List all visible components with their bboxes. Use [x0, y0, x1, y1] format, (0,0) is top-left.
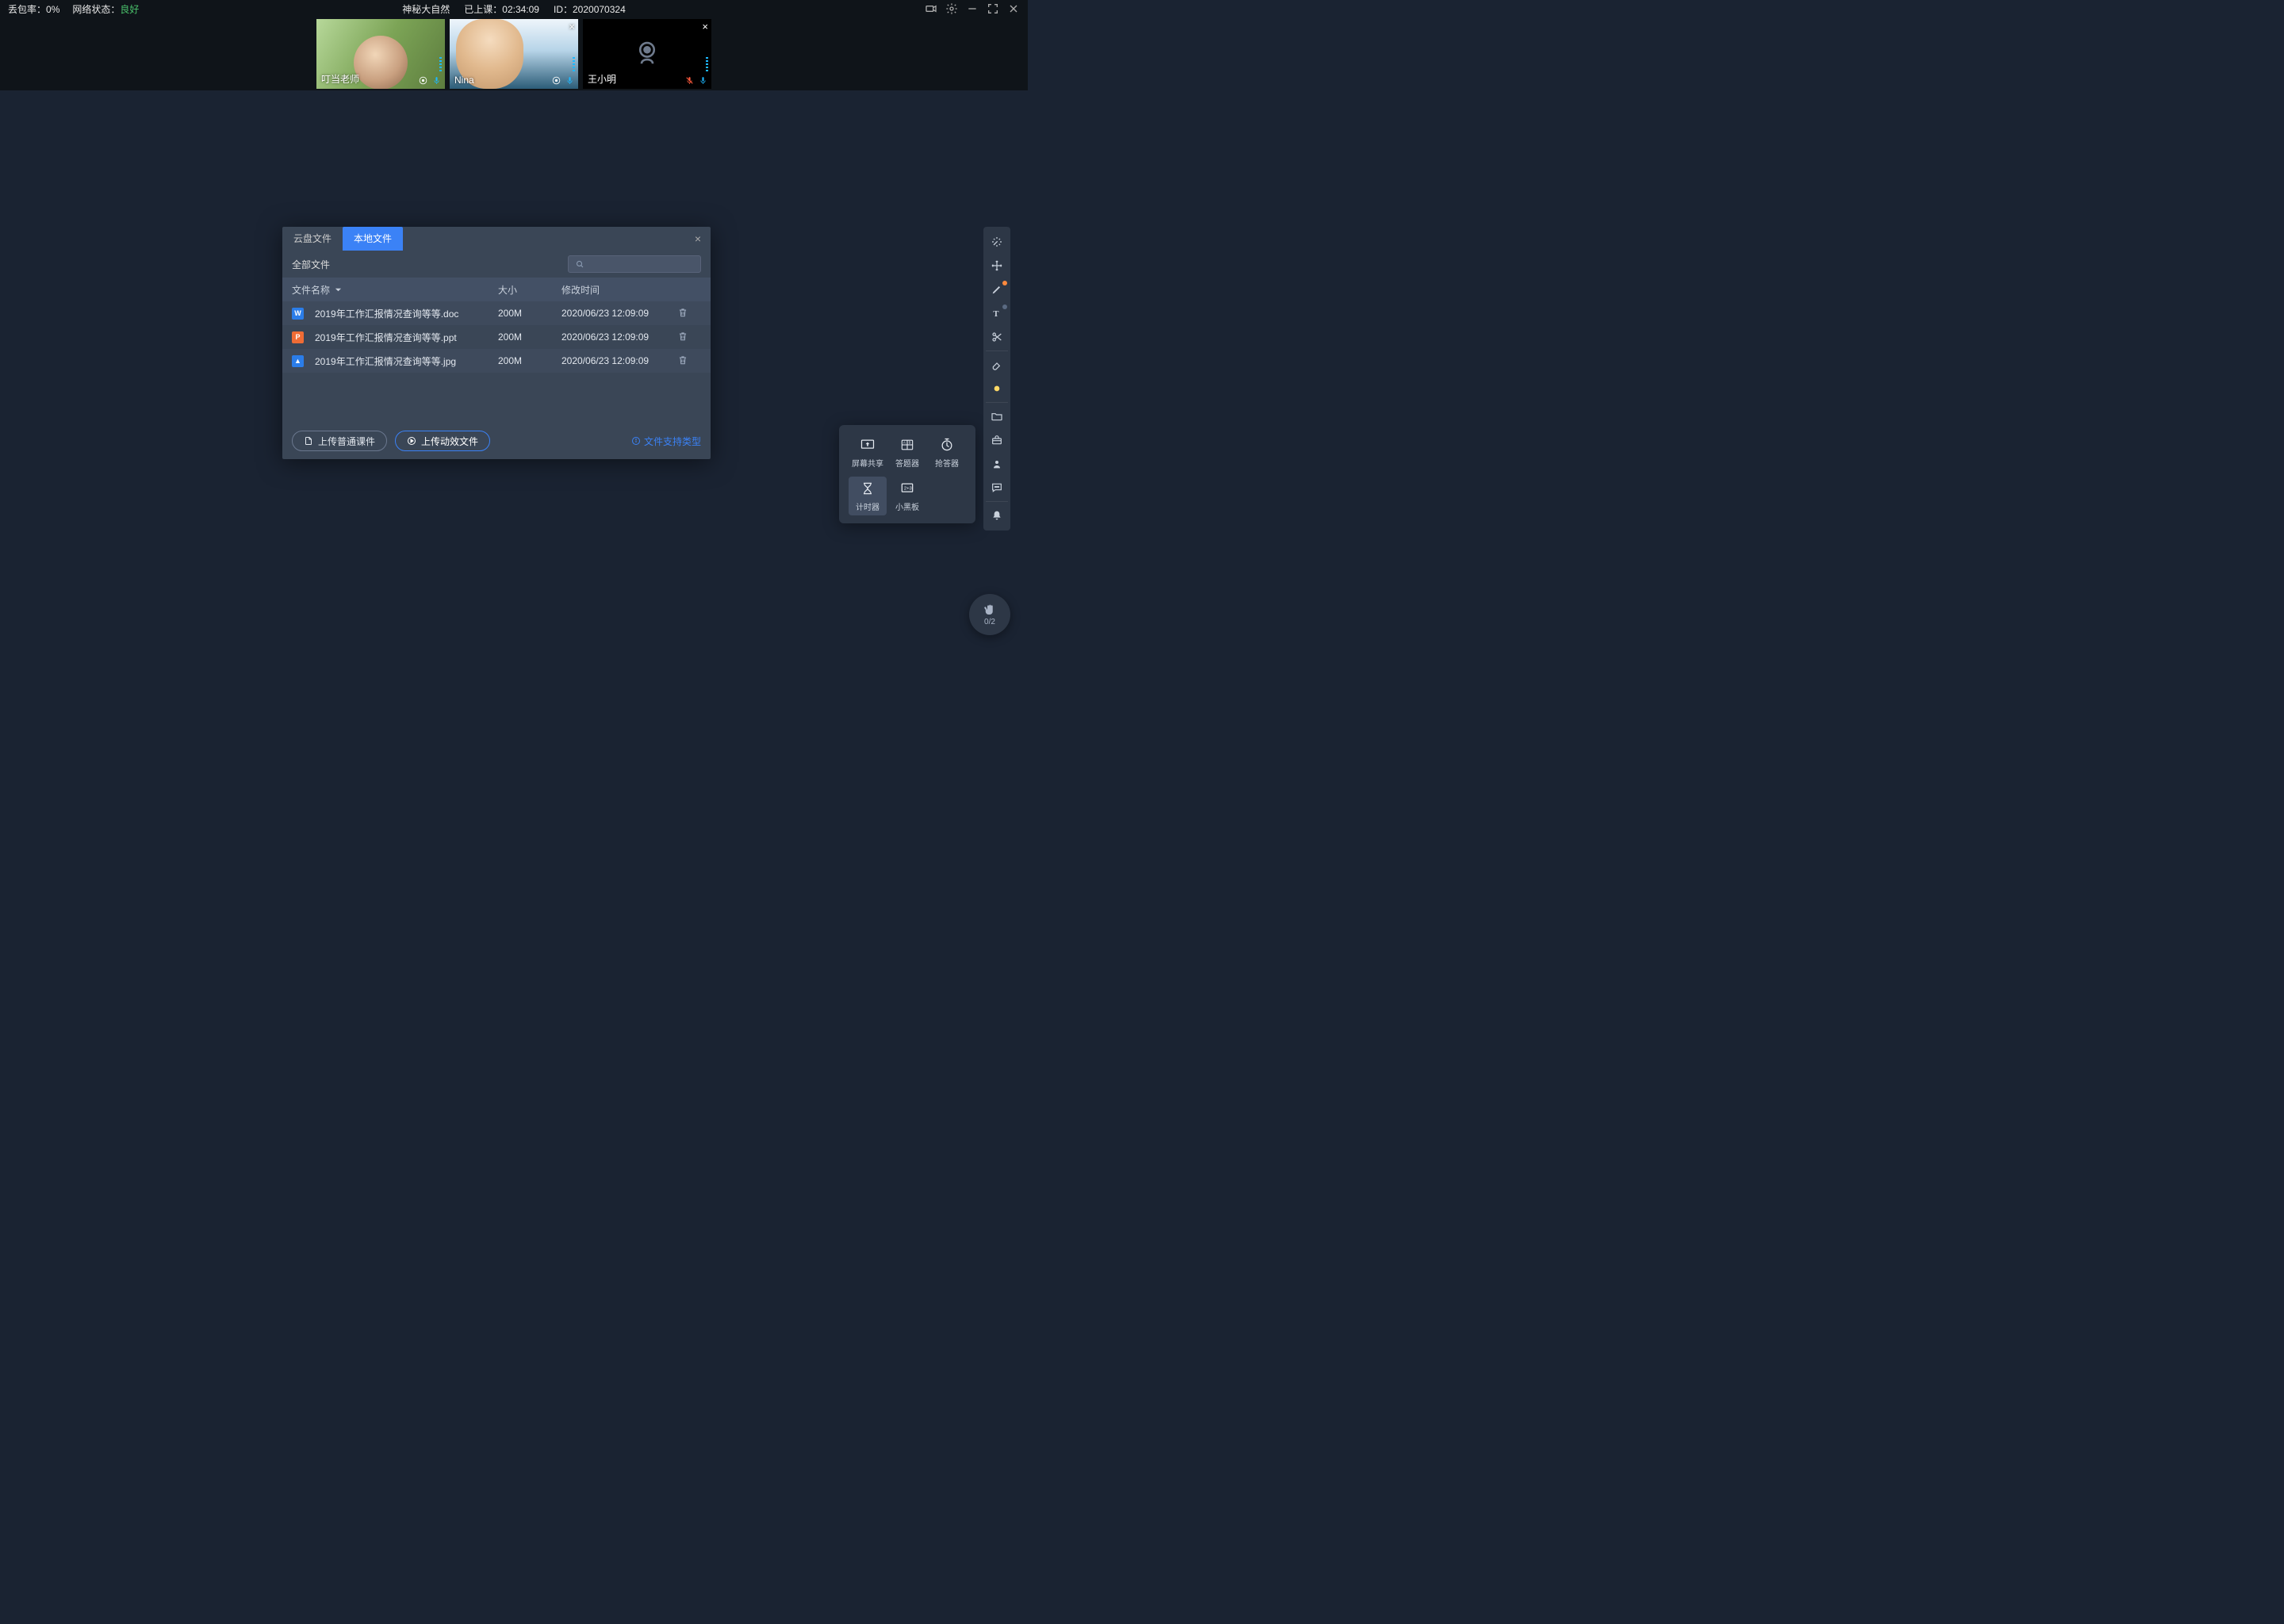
- file-row[interactable]: W 2019年工作汇报情况查询等等.doc 200M2020/06/23 12:09…: [282, 301, 711, 325]
- minimize-icon[interactable]: [966, 2, 979, 15]
- volume-level-icon: [573, 57, 575, 71]
- file-type-icon: W: [292, 308, 304, 320]
- tool-laser[interactable]: [985, 230, 1009, 254]
- video-strip: 叮当老师 × Nina × 王小明: [0, 17, 1028, 90]
- col-name-header[interactable]: 文件名称: [292, 283, 330, 297]
- sort-icon[interactable]: [335, 286, 342, 293]
- video-tile-student[interactable]: × 王小明: [583, 19, 711, 89]
- tool-folder[interactable]: [985, 404, 1009, 428]
- hand-icon: [983, 603, 997, 617]
- upload-normal-button[interactable]: 上传普通课件: [292, 431, 387, 451]
- maximize-icon[interactable]: [987, 2, 999, 15]
- tab-cloud-files[interactable]: 云盘文件: [282, 227, 343, 251]
- delete-file-icon[interactable]: [677, 354, 688, 366]
- file-size: 200M: [498, 355, 561, 366]
- file-type-icon: ▲: [292, 355, 304, 367]
- tool-color[interactable]: [985, 377, 1009, 400]
- volume-level-icon: [439, 57, 442, 71]
- file-icon: [304, 436, 313, 446]
- course-title: 神秘大自然: [402, 2, 450, 16]
- svg-text:2+3: 2+3: [904, 487, 912, 492]
- remove-participant-icon[interactable]: ×: [702, 21, 708, 33]
- remove-participant-icon[interactable]: ×: [569, 21, 575, 33]
- col-modified-header[interactable]: 修改时间: [561, 283, 677, 297]
- tool-participants[interactable]: [985, 452, 1009, 476]
- tool-screen-share[interactable]: 屏幕共享: [849, 433, 887, 472]
- tool-blackboard[interactable]: 2+3 小黑板: [888, 477, 926, 515]
- file-name: 2019年工作汇报情况查询等等.doc: [315, 307, 458, 320]
- file-type-icon: P: [292, 331, 304, 343]
- participant-name: 叮当老师: [321, 72, 359, 86]
- file-dialog: 云盘文件 本地文件 × 全部文件 文件名称 大小 修改时间 W 2019年工作汇报…: [282, 227, 711, 459]
- svg-text:A: A: [903, 440, 906, 444]
- tool-bell[interactable]: [985, 504, 1009, 527]
- mic-status-icon: [565, 75, 575, 86]
- tool-text[interactable]: T: [985, 301, 1009, 325]
- file-row[interactable]: P 2019年工作汇报情况查询等等.ppt 200M2020/06/23 12:09…: [282, 325, 711, 349]
- mic-status-icon: [431, 75, 442, 86]
- tool-toolbox[interactable]: [985, 428, 1009, 452]
- tool-chat[interactable]: [985, 476, 1009, 500]
- session-id: ID：2020070324: [554, 2, 626, 16]
- mic-muted-icon: [684, 75, 695, 86]
- packet-loss-text: 丢包率：0%: [8, 2, 59, 16]
- volume-level-icon: [706, 57, 708, 71]
- hand-raise-button[interactable]: 0/2: [969, 594, 1010, 635]
- file-name: 2019年工作汇报情况查询等等.jpg: [315, 354, 456, 368]
- svg-text:T: T: [993, 310, 998, 319]
- close-dialog-icon[interactable]: ×: [695, 232, 701, 245]
- file-table-header: 文件名称 大小 修改时间: [282, 278, 711, 301]
- search-input[interactable]: [568, 255, 701, 273]
- info-icon: [631, 436, 641, 446]
- settings-icon[interactable]: [945, 2, 958, 15]
- tool-answer[interactable]: AB 答题器: [888, 433, 926, 472]
- file-size: 200M: [498, 308, 561, 319]
- all-files-label: 全部文件: [292, 258, 330, 271]
- tool-move[interactable]: [985, 254, 1009, 278]
- toolbox-popup: 屏幕共享 AB 答题器 抢答器 计时器 2+3 小黑板: [839, 425, 975, 523]
- delete-file-icon[interactable]: [677, 307, 688, 318]
- hand-raise-count: 0/2: [984, 618, 995, 626]
- tool-pen[interactable]: [985, 278, 1009, 301]
- top-status-bar: 丢包率：0% 网络状态：良好 神秘大自然 已上课：02:34:09 ID：202…: [0, 0, 1028, 17]
- file-size: 200M: [498, 331, 561, 343]
- tool-timer[interactable]: 计时器: [849, 477, 887, 515]
- tab-local-files[interactable]: 本地文件: [343, 227, 403, 251]
- mic-status-icon: [698, 75, 708, 86]
- svg-text:B: B: [909, 440, 911, 444]
- tool-responder[interactable]: 抢答器: [928, 433, 966, 472]
- col-size-header[interactable]: 大小: [498, 283, 561, 297]
- right-toolbar: T: [983, 227, 1010, 530]
- tool-scissors[interactable]: [985, 325, 1009, 349]
- file-name: 2019年工作汇报情况查询等等.ppt: [315, 331, 457, 344]
- camera-icon[interactable]: [925, 2, 937, 15]
- file-dialog-tabs: 云盘文件 本地文件 ×: [282, 227, 711, 251]
- camera-status-icon: [551, 75, 561, 86]
- file-modified: 2020/06/23 12:09:09: [561, 308, 677, 319]
- camera-off-placeholder-icon: [630, 37, 664, 71]
- network-status-text: 网络状态：良好: [72, 2, 139, 16]
- participant-name: Nina: [454, 75, 474, 86]
- play-circle-icon: [407, 436, 416, 446]
- file-modified: 2020/06/23 12:09:09: [561, 331, 677, 343]
- video-tile-teacher[interactable]: 叮当老师: [316, 19, 445, 89]
- upload-animated-button[interactable]: 上传动效文件: [395, 431, 490, 451]
- delete-file-icon[interactable]: [677, 331, 688, 342]
- file-modified: 2020/06/23 12:09:09: [561, 355, 677, 366]
- file-support-hint[interactable]: 文件支持类型: [631, 435, 701, 448]
- file-row[interactable]: ▲ 2019年工作汇报情况查询等等.jpg 200M2020/06/23 12:09…: [282, 349, 711, 373]
- camera-status-icon: [418, 75, 428, 86]
- tool-eraser[interactable]: [985, 353, 1009, 377]
- video-tile-student[interactable]: × Nina: [450, 19, 578, 89]
- participant-name: 王小明: [588, 72, 616, 86]
- close-window-icon[interactable]: [1007, 2, 1020, 15]
- elapsed-time: 已上课：02:34:09: [464, 2, 539, 16]
- search-icon: [575, 259, 584, 269]
